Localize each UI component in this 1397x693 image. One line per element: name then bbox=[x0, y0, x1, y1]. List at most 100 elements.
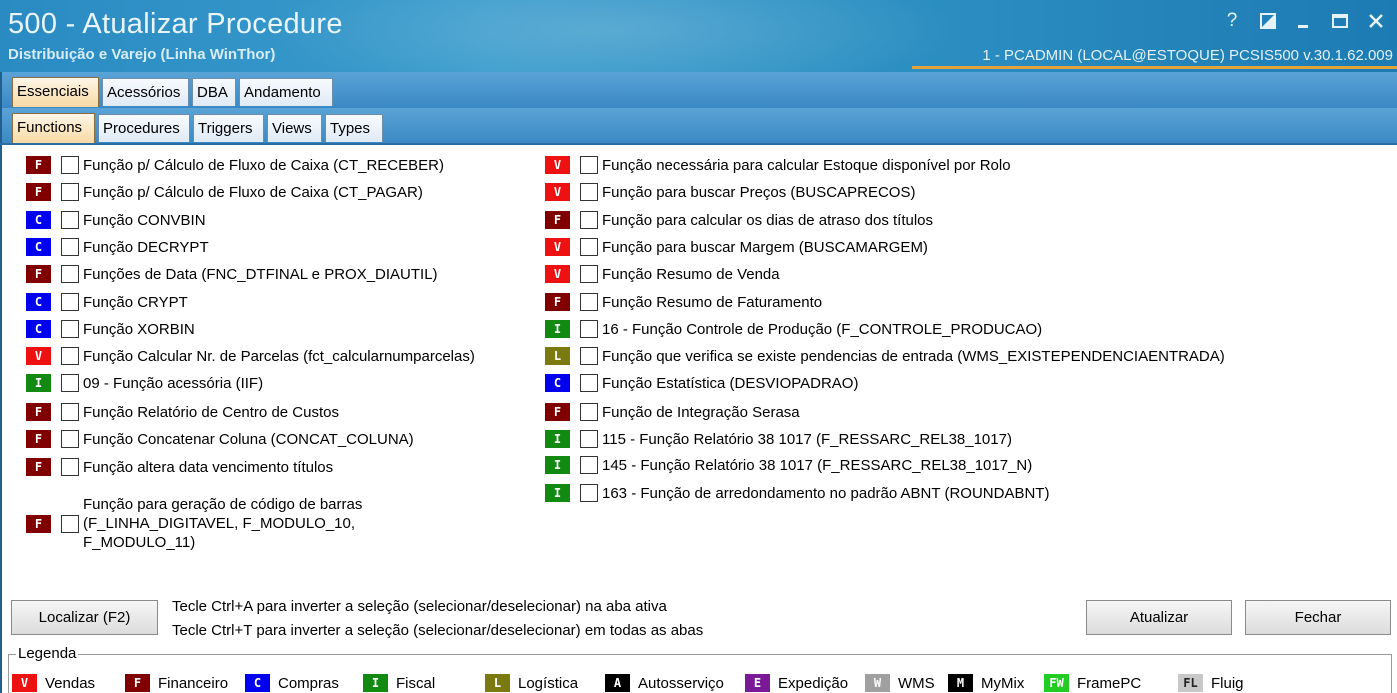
function-label: Função p/ Cálculo de Fluxo de Caixa (CT_… bbox=[83, 156, 444, 174]
function-checkbox[interactable] bbox=[61, 238, 79, 256]
function-item[interactable]: F Função Concatenar Coluna (CONCAT_COLUNA… bbox=[26, 430, 414, 448]
function-item[interactable]: F Função Resumo de Faturamento bbox=[545, 293, 822, 311]
function-item[interactable]: C Função XORBIN bbox=[26, 320, 195, 338]
function-checkbox[interactable] bbox=[580, 484, 598, 502]
function-checkbox[interactable] bbox=[61, 347, 79, 365]
function-checkbox[interactable] bbox=[61, 514, 79, 533]
legend-label: Logística bbox=[518, 674, 579, 692]
function-checkbox[interactable] bbox=[580, 265, 598, 283]
function-item[interactable]: I 09 - Função acessória (IIF) bbox=[26, 374, 263, 392]
category-badge: L bbox=[545, 347, 570, 365]
function-checkbox[interactable] bbox=[61, 211, 79, 229]
function-item[interactable]: V Função Resumo de Venda bbox=[545, 265, 780, 283]
function-label: Função CONVBIN bbox=[83, 211, 206, 229]
function-item[interactable]: V Função necessária para calcular Estoque… bbox=[545, 156, 1011, 174]
tab-essenciais[interactable]: Essenciais bbox=[12, 77, 99, 107]
function-item[interactable]: C Função CONVBIN bbox=[26, 211, 206, 229]
function-label: Função para buscar Preços (BUSCAPRECOS) bbox=[602, 183, 916, 201]
category-badge: I bbox=[545, 430, 570, 448]
function-checkbox[interactable] bbox=[61, 374, 79, 392]
legend-label: Financeiro bbox=[158, 674, 229, 692]
function-item[interactable]: F Funções de Data (FNC_DTFINAL e PROX_DIA… bbox=[26, 265, 438, 283]
category-badge: F bbox=[545, 293, 570, 311]
fechar-button[interactable]: Fechar bbox=[1245, 600, 1391, 635]
function-checkbox[interactable] bbox=[61, 293, 79, 311]
function-item[interactable]: I 16 - Função Controle de Produção (F_CON… bbox=[545, 320, 1042, 338]
function-checkbox[interactable] bbox=[580, 374, 598, 392]
legend-badge: I bbox=[363, 674, 388, 692]
function-checkbox[interactable] bbox=[61, 430, 79, 448]
function-checkbox[interactable] bbox=[580, 293, 598, 311]
function-checkbox[interactable] bbox=[580, 403, 598, 421]
function-item[interactable]: C Função Estatística (DESVIOPADRAO) bbox=[545, 374, 858, 392]
function-item[interactable]: C Função DECRYPT bbox=[26, 238, 209, 256]
function-checkbox[interactable] bbox=[61, 320, 79, 338]
function-item[interactable]: F Função para geração de código de barras… bbox=[26, 495, 362, 552]
function-item[interactable]: F Função para calcular os dias de atraso … bbox=[545, 211, 933, 229]
function-item[interactable]: V Função para buscar Margem (BUSCAMARGEM) bbox=[545, 238, 928, 256]
function-checkbox[interactable] bbox=[580, 347, 598, 365]
legend-label: FramePC bbox=[1077, 674, 1142, 692]
legend-label: MyMix bbox=[981, 674, 1025, 692]
function-checkbox[interactable] bbox=[61, 183, 79, 201]
function-checkbox[interactable] bbox=[580, 156, 598, 174]
atualizar-button[interactable]: Atualizar bbox=[1086, 600, 1232, 635]
function-item[interactable]: V Função Calcular Nr. de Parcelas (fct_ca… bbox=[26, 347, 475, 365]
function-label: Função Resumo de Faturamento bbox=[602, 293, 823, 311]
window-subtitle: Distribuição e Varejo (Linha WinThor) bbox=[8, 46, 276, 63]
legend-label: WMS bbox=[898, 674, 935, 692]
minimize-icon[interactable] bbox=[1293, 10, 1315, 32]
tab-dba[interactable]: DBA bbox=[192, 78, 236, 106]
function-item[interactable]: I 115 - Função Relatório 38 1017 (F_RESSA… bbox=[545, 430, 1012, 448]
restore-icon[interactable] bbox=[1257, 10, 1279, 32]
main-tab-bar: Essenciais Acessórios DBA Andamento bbox=[0, 72, 1397, 108]
category-badge: I bbox=[545, 456, 570, 474]
function-checkbox[interactable] bbox=[580, 238, 598, 256]
function-label: Função DECRYPT bbox=[83, 238, 209, 256]
title-bar: 500 - Atualizar Procedure Distribuição e… bbox=[0, 0, 1397, 72]
function-item[interactable]: F Função altera data vencimento títulos bbox=[26, 458, 333, 476]
function-label: Função XORBIN bbox=[83, 320, 195, 338]
maximize-icon[interactable] bbox=[1329, 10, 1351, 32]
legend-label: Compras bbox=[278, 674, 339, 692]
function-item[interactable]: F Função Relatório de Centro de Custos bbox=[26, 403, 339, 421]
tab-acessorios[interactable]: Acessórios bbox=[102, 78, 189, 106]
tab-functions[interactable]: Functions bbox=[12, 113, 95, 143]
function-item[interactable]: I 145 - Função Relatório 38 1017 (F_RESSA… bbox=[545, 456, 1032, 474]
category-badge: I bbox=[545, 484, 570, 502]
legend-label: Autosserviço bbox=[638, 674, 724, 692]
function-checkbox[interactable] bbox=[580, 211, 598, 229]
function-item[interactable]: F Função p/ Cálculo de Fluxo de Caixa (CT… bbox=[26, 156, 444, 174]
function-item[interactable]: V Função para buscar Preços (BUSCAPRECOS) bbox=[545, 183, 915, 201]
legend-badge: M bbox=[948, 674, 973, 692]
tab-views[interactable]: Views bbox=[267, 114, 322, 142]
function-item[interactable]: F Função de Integração Serasa bbox=[545, 403, 800, 421]
legend-item: L Logística bbox=[485, 674, 578, 692]
localizar-button[interactable]: Localizar (F2) bbox=[11, 600, 158, 635]
legend-label: Fluig bbox=[1211, 674, 1244, 692]
function-checkbox[interactable] bbox=[580, 183, 598, 201]
legend-label: Fiscal bbox=[396, 674, 436, 692]
close-icon[interactable] bbox=[1365, 10, 1387, 32]
function-checkbox[interactable] bbox=[61, 458, 79, 476]
tab-triggers[interactable]: Triggers bbox=[193, 114, 264, 142]
function-checkbox[interactable] bbox=[580, 456, 598, 474]
tab-andamento[interactable]: Andamento bbox=[239, 78, 333, 106]
function-checkbox[interactable] bbox=[61, 403, 79, 421]
tab-procedures[interactable]: Procedures bbox=[98, 114, 190, 142]
category-badge: V bbox=[26, 347, 51, 365]
function-item[interactable]: I 163 - Função de arredondamento no padrã… bbox=[545, 484, 1049, 502]
function-item[interactable]: F Função p/ Cálculo de Fluxo de Caixa (CT… bbox=[26, 183, 423, 201]
function-checkbox[interactable] bbox=[580, 430, 598, 448]
user-info: 1 - PCADMIN (LOCAL@ESTOQUE) PCSIS500 v.3… bbox=[982, 47, 1393, 64]
category-badge: V bbox=[545, 156, 570, 174]
function-checkbox[interactable] bbox=[61, 156, 79, 174]
legend-badge: A bbox=[605, 674, 630, 692]
tab-types[interactable]: Types bbox=[325, 114, 383, 142]
function-item[interactable]: L Função que verifica se existe pendencia… bbox=[545, 347, 1225, 365]
function-checkbox[interactable] bbox=[61, 265, 79, 283]
function-checkbox[interactable] bbox=[580, 320, 598, 338]
function-item[interactable]: C Função CRYPT bbox=[26, 293, 188, 311]
hint-ctrl-t: Tecle Ctrl+T para inverter a seleção (se… bbox=[172, 622, 704, 639]
help-icon[interactable]: ? bbox=[1221, 10, 1243, 32]
